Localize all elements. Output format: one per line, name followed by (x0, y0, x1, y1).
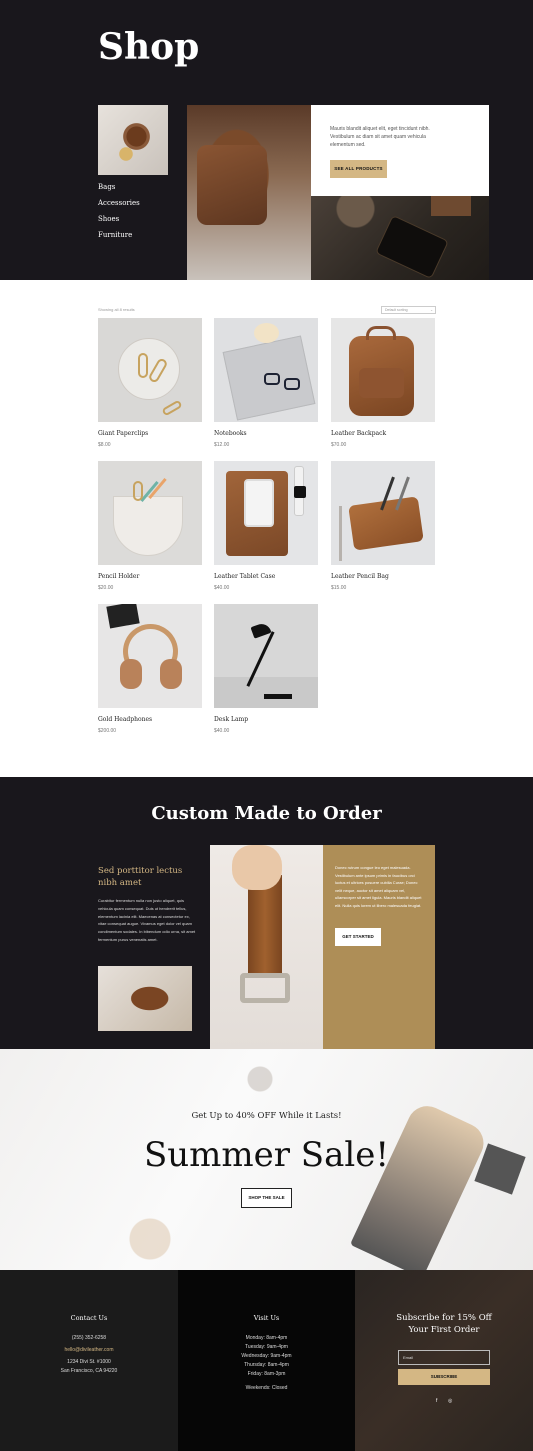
shop-the-sale-button[interactable]: SHOP THE SALE (241, 1188, 292, 1208)
custom-order-section: Custom Made to Order Sed porttitor lectu… (0, 777, 533, 1049)
custom-subtitle: Sed porttitor lectus nibh amet (98, 866, 183, 888)
product-name[interactable]: Leather Tablet Case (214, 573, 318, 580)
product-price: $40.00 (214, 728, 230, 734)
sort-select-value: Default sorting (385, 308, 408, 312)
product-image-notebooks[interactable] (214, 318, 318, 422)
instagram-icon[interactable]: ◎ (448, 1398, 452, 1404)
category-nav: Bags Accessories Shoes Furniture (98, 183, 140, 247)
get-started-button[interactable]: GET STARTED (335, 928, 381, 946)
sale-subtitle: Get Up to 40% OFF While it Lasts! (191, 1111, 342, 1121)
contact-phone[interactable]: (255) 352-6258 (0, 1334, 178, 1343)
contact-address-line1: 1234 Divi St. #1000 (67, 1359, 111, 1365)
hero-camera-image (187, 105, 311, 280)
product-card[interactable]: Desk Lamp $40.00 (214, 604, 318, 734)
hero-phone-image (311, 196, 489, 280)
product-grid-section: Showing all 8 results Default sorting ⌄ … (0, 280, 533, 777)
custom-section-title: Custom Made to Order (151, 803, 382, 824)
chevron-down-icon: ⌄ (430, 308, 433, 312)
product-card[interactable]: Leather Backpack $70.00 (331, 318, 435, 448)
hours-line: Thursday: 8am-4pm (244, 1362, 289, 1368)
email-input[interactable]: Email (398, 1350, 490, 1365)
nav-link-bags[interactable]: Bags (98, 183, 140, 191)
product-card[interactable]: Pencil Holder $20.00 (98, 461, 202, 591)
facebook-icon[interactable]: f (436, 1398, 437, 1404)
hero-card-text: Mauris blandit aliquet elit, eget tincid… (330, 126, 430, 148)
results-count: Showing all 8 results (98, 307, 135, 312)
belt-image (210, 845, 323, 1049)
contact-address-line2: San Francisco, CA 94220 (60, 1368, 118, 1374)
product-card[interactable]: Leather Pencil Bag $15.00 (331, 461, 435, 591)
product-price: $8.00 (98, 442, 111, 448)
subscribe-heading: Subscribe for 15% Off Your First Order (396, 1313, 492, 1335)
sort-select[interactable]: Default sorting ⌄ (381, 306, 436, 314)
custom-body-text: Curabitur fermentum nulla non justo aliq… (98, 898, 196, 942)
product-card[interactable]: Giant Paperclips $8.00 (98, 318, 202, 448)
product-card[interactable]: Notebooks $12.00 (214, 318, 318, 448)
visit-heading: Visit Us (253, 1314, 280, 1322)
nav-link-accessories[interactable]: Accessories (98, 199, 140, 207)
hours-line: Tuesday: 9am-4pm (245, 1344, 288, 1350)
hours-weekends: Weekends: Closed (245, 1385, 288, 1391)
sale-banner: Get Up to 40% OFF While it Lasts! Summer… (0, 1049, 533, 1270)
product-price: $12.00 (214, 442, 230, 448)
sale-title: Summer Sale! (143, 1135, 390, 1175)
product-image-headphones[interactable] (98, 604, 202, 708)
product-name[interactable]: Gold Headphones (98, 716, 202, 723)
product-card[interactable]: Gold Headphones $200.00 (98, 604, 202, 734)
product-price: $20.00 (98, 585, 114, 591)
nav-link-furniture[interactable]: Furniture (98, 231, 140, 239)
contact-email[interactable]: hello@divileather.com (0, 1346, 178, 1355)
footer-visit: Visit Us Monday: 8am-4pm Tuesday: 9am-4p… (178, 1270, 355, 1451)
product-name[interactable]: Leather Backpack (331, 430, 435, 437)
product-image-pencil-holder[interactable] (98, 461, 202, 565)
hours-line: Wednesday: 9am-4pm (241, 1353, 292, 1359)
product-image-backpack[interactable] (331, 318, 435, 422)
page-title: Shop (98, 26, 200, 68)
product-name[interactable]: Leather Pencil Bag (331, 573, 435, 580)
product-name[interactable]: Pencil Holder (98, 573, 202, 580)
subscribe-button[interactable]: SUBSCRIBE (398, 1369, 490, 1385)
product-name[interactable]: Notebooks (214, 430, 318, 437)
footer: Contact Us (255) 352-6258 hello@divileat… (0, 1270, 533, 1451)
nav-link-shoes[interactable]: Shoes (98, 215, 140, 223)
hero-thumbnail-image (98, 105, 168, 175)
footer-subscribe: Subscribe for 15% Off Your First Order E… (355, 1270, 533, 1451)
product-image-desk-lamp[interactable] (214, 604, 318, 708)
product-price: $200.00 (98, 728, 117, 734)
product-name[interactable]: Giant Paperclips (98, 430, 202, 437)
footer-contact: Contact Us (255) 352-6258 hello@divileat… (0, 1270, 178, 1451)
hours-line: Friday: 8am-3pm (247, 1371, 286, 1377)
contact-heading: Contact Us (70, 1314, 108, 1322)
hero-promo-card: Mauris blandit aliquet elit, eget tincid… (311, 105, 489, 196)
product-card[interactable]: Leather Tablet Case $40.00 (214, 461, 318, 591)
product-price: $70.00 (331, 442, 347, 448)
leather-cord-image (98, 966, 192, 1031)
product-name[interactable]: Desk Lamp (214, 716, 318, 723)
product-price: $15.00 (331, 585, 347, 591)
product-image-pencil-bag[interactable] (331, 461, 435, 565)
product-image-paperclips[interactable] (98, 318, 202, 422)
custom-gold-panel: Donec rutrum congue leo eget malesuada. … (323, 845, 435, 1049)
custom-gold-text: Donec rutrum congue leo eget malesuada. … (335, 865, 422, 908)
product-image-tablet-case[interactable] (214, 461, 318, 565)
see-all-products-button[interactable]: SEE ALL PRODUCTS (330, 160, 387, 178)
hours-line: Monday: 8am-4pm (245, 1335, 288, 1341)
product-price: $40.00 (214, 585, 230, 591)
hero-section: Shop Bags Accessories Shoes Furniture Ma… (0, 0, 533, 280)
